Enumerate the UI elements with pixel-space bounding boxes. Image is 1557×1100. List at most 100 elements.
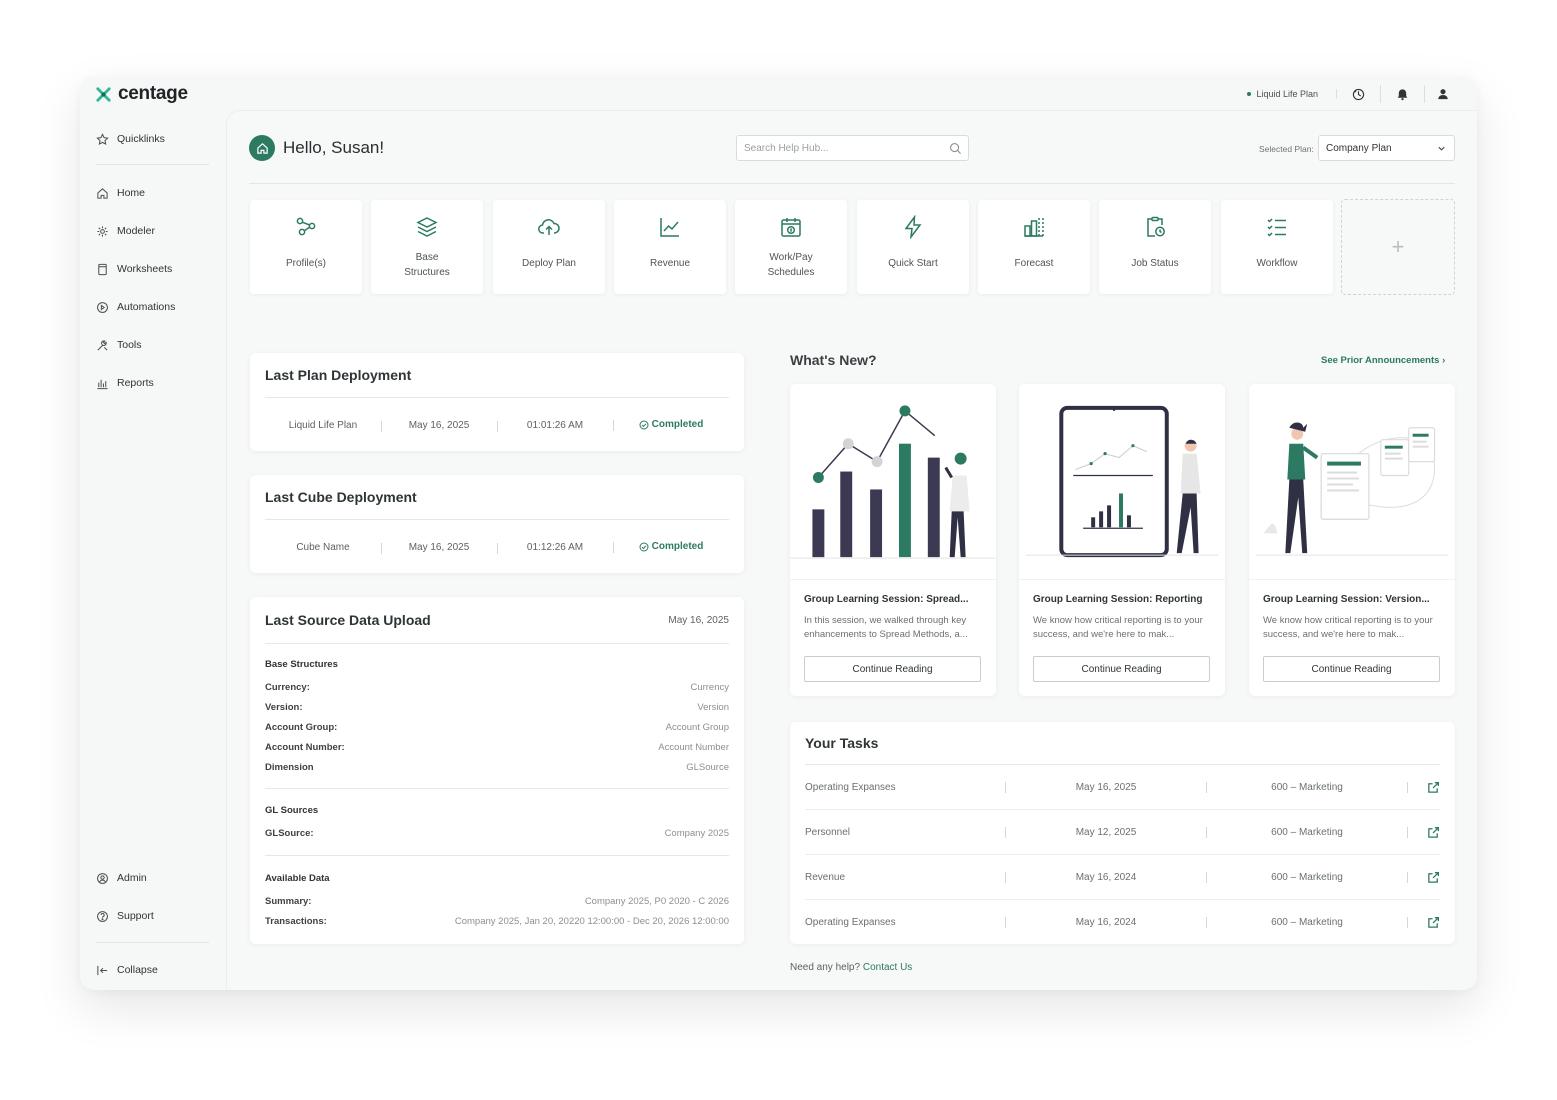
greeting: Hello, Susan! xyxy=(249,135,384,161)
status-badge: Completed xyxy=(639,541,703,552)
task-row[interactable]: Revenue May 16, 2024 600 – Marketing xyxy=(805,855,1440,900)
tile-deploy-plan[interactable]: Deploy Plan xyxy=(493,200,605,294)
sidebar-item-worksheets[interactable]: Worksheets xyxy=(96,261,172,277)
activity-button[interactable] xyxy=(1337,85,1381,103)
sidebar-item-support[interactable]: Support xyxy=(96,908,154,924)
tile-label: Deploy Plan xyxy=(522,258,576,269)
task-name: Operating Expanses xyxy=(805,917,896,928)
tile-workflow[interactable]: Workflow xyxy=(1221,200,1333,294)
kv-value: Company 2025, P0 2020 - C 2026 xyxy=(584,896,729,907)
task-row[interactable]: Operating Expanses May 16, 2025 600 – Ma… xyxy=(805,765,1440,810)
plus-icon: + xyxy=(1391,234,1405,259)
deployment-time: 01:01:26 AM xyxy=(497,420,613,433)
header-divider xyxy=(249,183,1455,184)
kv-key: Summary: xyxy=(265,896,312,907)
task-row[interactable]: Operating Expanses May 16, 2024 600 – Ma… xyxy=(805,900,1440,945)
main-content: Hello, Susan! Search Help Hub... Selecte… xyxy=(226,110,1477,990)
kv-key: Transactions: xyxy=(265,916,327,927)
contact-us-link[interactable]: Contact Us xyxy=(863,962,912,973)
card-divider xyxy=(265,643,729,644)
news-description: We know how critical reporting is to you… xyxy=(1033,615,1203,640)
help-text: Need any help? xyxy=(790,962,861,973)
app-window: centage Liquid Life Plan Quicklinks Home… xyxy=(80,77,1477,990)
bell-icon xyxy=(1397,88,1408,100)
plan-select[interactable]: Company Plan xyxy=(1318,135,1455,161)
automation-icon xyxy=(97,301,108,313)
search-input[interactable]: Search Help Hub... xyxy=(736,135,969,161)
sidebar-collapse-button[interactable]: Collapse xyxy=(96,962,158,978)
continue-reading-button[interactable]: Continue Reading xyxy=(804,656,981,682)
tile-forecast[interactable]: Forecast xyxy=(978,200,1090,294)
home-icon xyxy=(256,142,268,154)
star-icon xyxy=(96,132,109,145)
open-task-button[interactable] xyxy=(1408,871,1440,884)
task-date: May 16, 2025 xyxy=(1075,781,1137,793)
tile-job-status[interactable]: Job Status xyxy=(1099,200,1211,294)
notifications-button[interactable] xyxy=(1381,85,1425,103)
news-illustration-chart xyxy=(790,384,996,580)
kv-row: Version: Version xyxy=(265,702,729,713)
sidebar-item-label: Automations xyxy=(117,301,176,313)
section-heading: Available Data xyxy=(265,873,330,884)
sidebar-item-admin[interactable]: Admin xyxy=(96,870,147,886)
last-source-data-upload-card: Last Source Data Upload May 16, 2025 Bas… xyxy=(250,597,744,944)
tile-label: Forecast xyxy=(1014,258,1054,269)
continue-reading-button[interactable]: Continue Reading xyxy=(1263,656,1440,682)
reports-icon xyxy=(97,379,108,389)
help-icon xyxy=(97,910,108,922)
kv-row: Summary: Company 2025, P0 2020 - C 2026 xyxy=(265,896,729,907)
task-date: May 16, 2024 xyxy=(1075,871,1137,883)
tile-label: Base Structures xyxy=(404,252,450,278)
open-task-button[interactable] xyxy=(1408,916,1440,929)
whats-new-title: What's New? xyxy=(790,352,877,368)
news-title: Group Learning Session: Spread... xyxy=(804,594,969,605)
layers-icon xyxy=(416,217,438,237)
continue-reading-button[interactable]: Continue Reading xyxy=(1033,656,1210,682)
card-title: Your Tasks xyxy=(805,735,879,751)
active-plan-indicator[interactable]: Liquid Life Plan xyxy=(1247,89,1337,99)
profile-button[interactable] xyxy=(1425,85,1461,103)
deployment-status: Completed xyxy=(613,419,729,433)
tile-work-pay-schedules[interactable]: Work/Pay Schedules xyxy=(735,200,847,294)
kv-value: Company 2025, Jan 20, 20220 12:00:00 - D… xyxy=(454,916,729,927)
logo[interactable]: centage xyxy=(94,83,188,105)
kv-key: Currency: xyxy=(265,682,310,693)
status-dot xyxy=(1247,92,1252,96)
kv-row: GLSource: Company 2025 xyxy=(265,828,729,839)
sidebar-item-label: Quicklinks xyxy=(117,133,165,145)
tile-base-structures[interactable]: Base Structures xyxy=(371,200,483,294)
news-card: Group Learning Session: Version... We kn… xyxy=(1249,384,1455,696)
task-name: Operating Expanses xyxy=(805,781,896,793)
sidebar-item-reports[interactable]: Reports xyxy=(96,375,154,391)
tile-label: Work/Pay Schedules xyxy=(767,252,815,278)
kv-row: Dimension GLSource xyxy=(265,762,729,773)
section-heading: GL Sources xyxy=(265,805,319,816)
sidebar-item-label: Admin xyxy=(117,872,147,884)
chevron-down-icon xyxy=(1438,146,1445,151)
open-task-button[interactable] xyxy=(1408,781,1440,794)
task-row[interactable]: Personnel May 12, 2025 600 – Marketing xyxy=(805,810,1440,855)
search-icon xyxy=(950,143,962,155)
kv-row: Account Group: Account Group xyxy=(265,722,729,733)
section-divider xyxy=(265,855,729,856)
sidebar-item-automations[interactable]: Automations xyxy=(96,299,175,315)
news-illustration-tablet xyxy=(1019,384,1225,580)
open-task-button[interactable] xyxy=(1408,826,1440,839)
tile-revenue[interactable]: Revenue xyxy=(614,200,726,294)
add-quicklink-button[interactable]: + xyxy=(1341,199,1455,295)
upload-date: May 16, 2025 xyxy=(668,615,729,626)
sidebar-item-tools[interactable]: Tools xyxy=(96,337,142,353)
see-prior-announcements-link[interactable]: See Prior Announcements › xyxy=(1321,355,1445,366)
search-placeholder: Search Help Hub... xyxy=(744,142,829,154)
sidebar-item-quicklinks[interactable]: Quicklinks xyxy=(96,131,165,147)
active-plan-label: Liquid Life Plan xyxy=(1256,89,1318,99)
sidebar-item-modeler[interactable]: Modeler xyxy=(96,223,155,239)
kv-key: Dimension xyxy=(265,762,314,773)
news-description: We know how critical reporting is to you… xyxy=(1263,615,1433,640)
kv-value: Account Number xyxy=(658,742,729,753)
tile-quick-start[interactable]: Quick Start xyxy=(857,200,969,294)
sidebar-item-home[interactable]: Home xyxy=(96,185,145,201)
greeting-text: Hello, Susan! xyxy=(283,138,385,157)
news-illustration-documents xyxy=(1249,384,1455,580)
tile-profiles[interactable]: Profile(s) xyxy=(250,200,362,294)
